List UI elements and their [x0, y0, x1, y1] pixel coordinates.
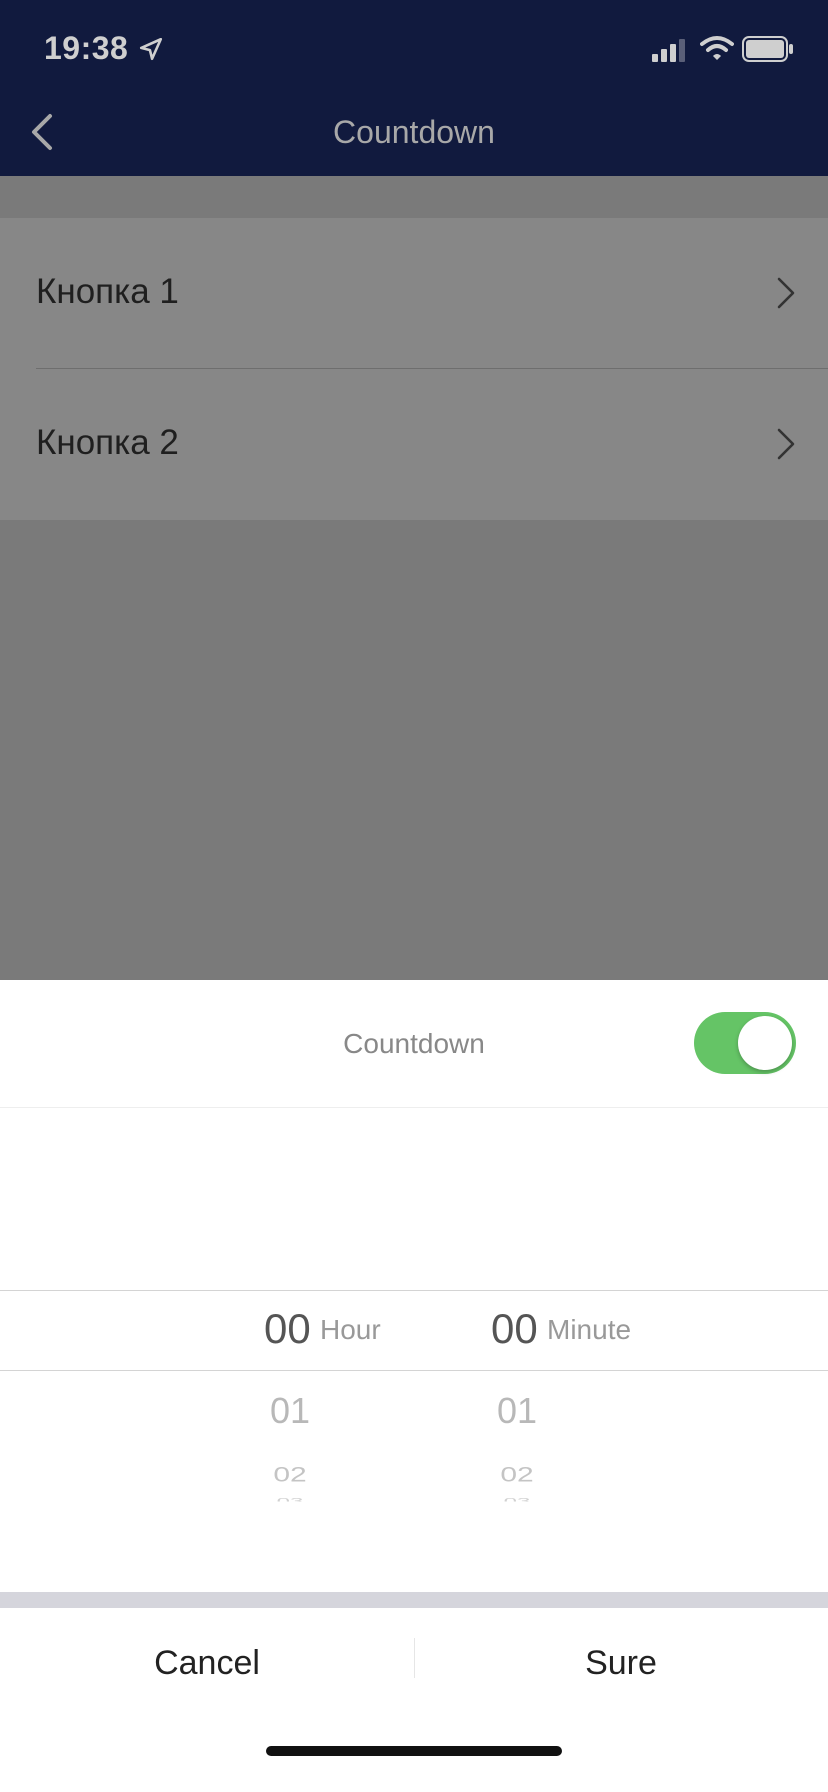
status-time: 19:38 [44, 30, 129, 66]
minute-unit-label: Minute [547, 1314, 632, 1345]
sheet-separator [0, 1592, 828, 1608]
countdown-toggle[interactable] [694, 1012, 796, 1074]
sheet-header: Countdown [0, 980, 828, 1108]
hour-selected-value[interactable]: 00 [264, 1305, 311, 1353]
minute-option[interactable]: 03 [482, 1497, 552, 1502]
countdown-sheet: Countdown 00 Hour 01 02 03 00 Minute 01 … [0, 980, 828, 1792]
cellular-signal-icon [652, 39, 685, 62]
status-bar: 19:38 [0, 0, 828, 100]
chevron-right-icon [777, 277, 795, 309]
location-arrow-icon [139, 37, 163, 61]
list-item-label: Кнопка 2 [36, 423, 179, 462]
hour-option[interactable]: 02 [255, 1463, 325, 1487]
minute-selected-value[interactable]: 00 [491, 1305, 538, 1353]
toggle-knob [738, 1016, 792, 1070]
navigation-bar: Countdown [0, 100, 828, 176]
minute-option[interactable]: 02 [482, 1463, 552, 1487]
hour-unit-label: Hour [320, 1314, 381, 1345]
picker-selection-top-line [0, 1290, 828, 1291]
list-item-button-2[interactable]: Кнопка 2 [0, 369, 828, 519]
home-indicator [266, 1746, 562, 1756]
wifi-icon [700, 36, 734, 60]
sure-button[interactable]: Sure [414, 1644, 828, 1683]
chevron-right-icon [777, 428, 795, 460]
sheet-actions: Cancel Sure [0, 1608, 828, 1792]
minute-option[interactable]: 01 [482, 1390, 552, 1432]
list-item-button-1[interactable]: Кнопка 1 [0, 218, 828, 369]
hour-option[interactable]: 01 [255, 1390, 325, 1432]
top-bar: 19:38 Countdown [0, 0, 828, 176]
section-gap [0, 176, 828, 218]
battery-icon [742, 36, 793, 62]
cancel-button[interactable]: Cancel [0, 1644, 414, 1683]
time-picker[interactable]: 00 Hour 01 02 03 00 Minute 01 02 03 [0, 1290, 828, 1510]
hour-option[interactable]: 03 [255, 1497, 325, 1502]
picker-selection-bottom-line [0, 1370, 828, 1371]
page-title: Countdown [333, 114, 495, 150]
list-item-label: Кнопка 1 [36, 272, 179, 311]
button-list: Кнопка 1 Кнопка 2 [0, 218, 828, 520]
